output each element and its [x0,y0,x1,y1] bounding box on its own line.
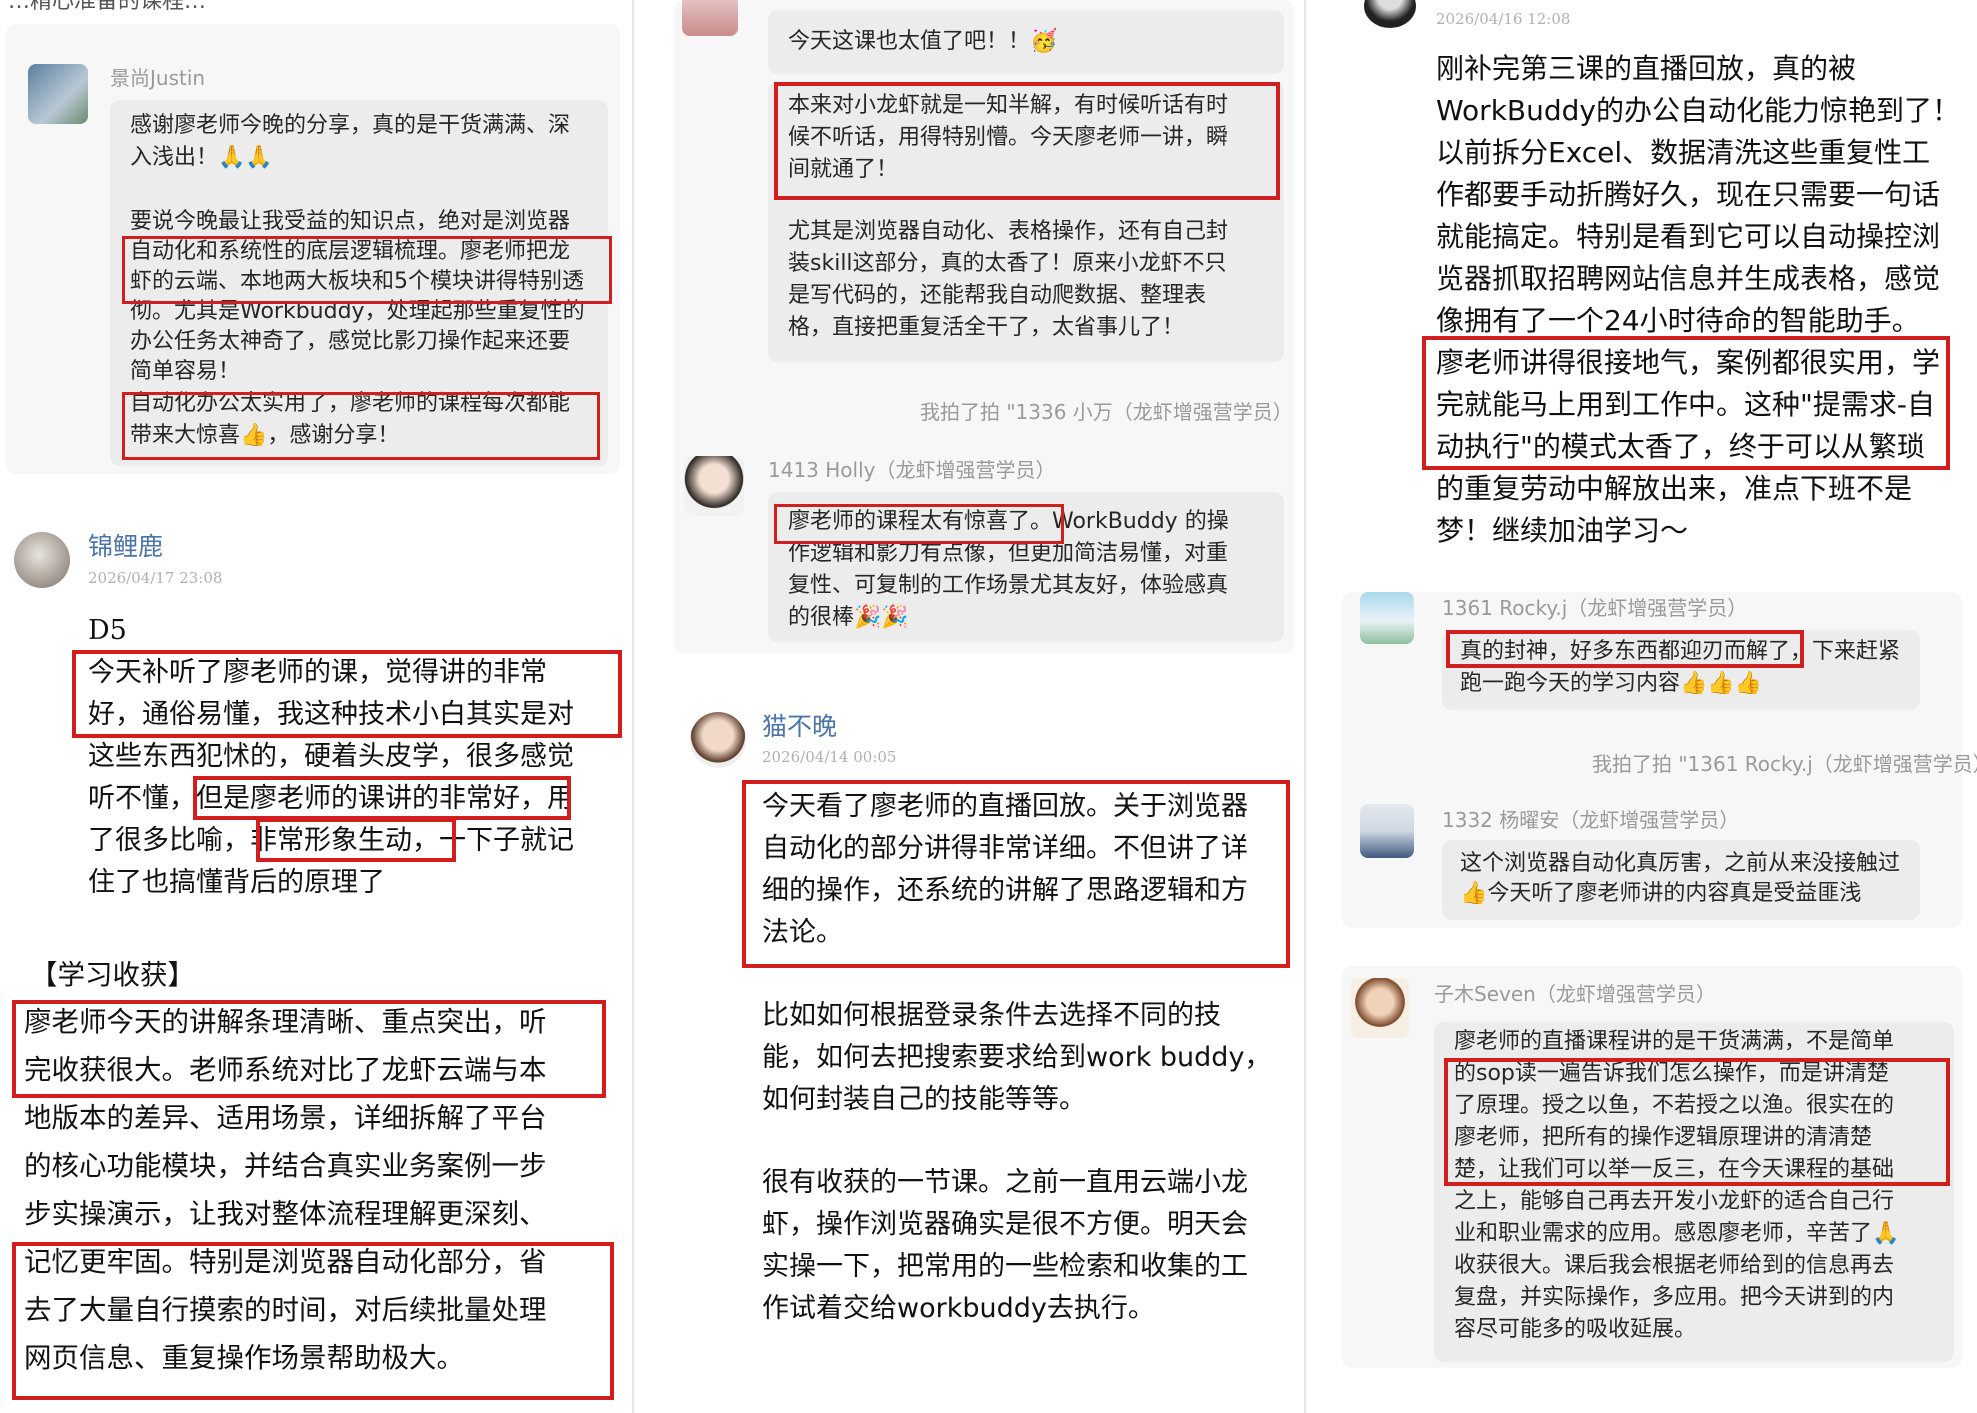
message-line: 复盘，并实际操作，多应用。把今天讲到的内 [1454,1285,1895,1310]
text-line: 览器抓取招聘网站信息并生成表格，感觉 [1436,262,1941,295]
text-line: 梦！继续加油学习～ [1436,514,1689,547]
pat-notice: 我拍了拍 "1361 Rocky.j（龙虾增强营学员） [1592,752,1977,776]
username[interactable]: 1413 Holly（龙虾增强营学员） [768,458,1055,482]
post-date: 2026/04/17 23:08 [88,569,223,587]
avatar[interactable] [1360,804,1414,858]
highlight-box [122,392,600,460]
highlight-box [742,780,1290,968]
avatar[interactable] [684,456,744,516]
message-line: 跑一跑今天的学习内容👍👍👍 [1460,671,1763,696]
message-line: 业和职业需求的应用。感恩廖老师，辛苦了🙏 [1454,1221,1900,1246]
message-line: 装skill这部分，真的太香了！原来小龙虾不只 [788,251,1227,276]
message-line: 办公任务太神奇了，感觉比影刀操作起来还要 [130,329,571,354]
highlight-box [12,1000,606,1098]
post-date: 2026/04/14 00:05 [762,748,897,766]
message-line: 简单容易！ [130,359,241,384]
text-line: 的重复劳动中解放出来，准点下班不是 [1436,472,1913,505]
text-line: 的核心功能模块，并结合真实业务案例一步 [24,1150,547,1182]
text-line: 作都要手动折腾好久，现在只需要一句话 [1436,178,1941,211]
message-line: 入浅出！🙏🙏 [130,145,273,170]
text-line: 地版本的差异、适用场景，详细拆解了平台 [24,1102,547,1134]
column-divider [632,0,634,1413]
username[interactable]: 猫不晚 [762,712,837,742]
message-line: 复性、可复制的工作场景尤其友好，体验感真 [788,573,1229,598]
highlight-box [774,82,1280,200]
username[interactable]: 景尚Justin [110,66,205,90]
message-line: 容尽可能多的吸收延展。 [1454,1317,1697,1342]
highlight-box [256,818,456,862]
avatar[interactable] [1360,592,1414,644]
message-line: 今天这课也太值了吧！！🥳 [788,29,1058,54]
partial-top-text: …精心准备的课程… [8,0,207,14]
post-date: 2026/04/16 12:08 [1436,10,1571,28]
text-line: D5 [88,615,127,646]
highlight-box [1446,630,1804,668]
message-line: 尤其是浏览器自动化、表格操作，还有自己封 [788,219,1229,244]
username[interactable]: 锦鲤鹿 [88,532,163,562]
text-line: 能，如何去把搜索要求给到work buddy， [762,1042,1272,1073]
comment-card: 景尚Justin 感谢廖老师今晚的分享，真的是干货满满、深 入浅出！🙏🙏 要说今… [6,24,620,474]
text-line: 比如如何根据登录条件去选择不同的技 [762,1000,1221,1031]
text-line: 住了也搞懂背后的原理了 [88,867,385,898]
highlight-box [774,504,1064,544]
avatar[interactable] [14,532,70,588]
message-line: 感谢廖老师今晚的分享，真的是干货满满、深 [130,113,571,138]
message-line: 要说今晚最让我受益的知识点，绝对是浏览器 [130,209,571,234]
message-line: 是写代码的，还能帮我自动爬数据、整理表 [788,283,1207,308]
text-line: WorkBuddy的办公自动化能力惊艳到了！ [1436,94,1960,127]
highlight-box [72,650,622,738]
message-line: 格，直接把重复活全干了，太省事儿了！ [788,315,1185,340]
column-divider [1304,0,1306,1413]
highlight-box [12,1242,614,1400]
comment-card: 子木Seven（龙虾增强营学员） 廖老师的直播课程讲的是干货满满，不是简单 的s… [1342,966,1962,1368]
message-line: 的很棒🎉🎉 [788,605,909,630]
avatar[interactable] [28,64,88,124]
highlight-box [1422,336,1950,470]
avatar[interactable] [1350,978,1410,1038]
message-line: 收获很大。课后我会根据老师给到的信息再去 [1454,1253,1895,1278]
message-line: 这个浏览器自动化真厉害，之前从来没接触过 [1460,851,1901,876]
text-line: 刚补完第三课的直播回放，真的被 [1436,52,1857,85]
avatar[interactable] [690,712,746,768]
message-line: 之上，能够自己再去开发小龙虾的适合自己行 [1454,1189,1895,1214]
comment-card: 今天这课也太值了吧！！🥳 本来对小龙虾就是一知半解，有时候听话有时 候不听话，用… [674,0,1294,654]
text-line: 这些东西犯怵的，硬着头皮学，很多感觉 [88,741,574,772]
text-line: 以前拆分Excel、数据清洗这些重复性工 [1436,136,1931,169]
message-bubble: 今天这课也太值了吧！！🥳 [768,10,1284,74]
username[interactable]: 1361 Rocky.j（龙虾增强营学员） [1442,596,1747,620]
text-line: 如何封装自己的技能等等。 [762,1084,1086,1115]
text-line: 就能搞定。特别是看到它可以自动操控浏 [1436,220,1941,253]
highlight-box [122,236,612,304]
text-line: 步实操演示，让我对整体流程理解更深刻、 [24,1198,547,1230]
text-line: 很有收获的一节课。之前一直用云端小龙 [762,1167,1248,1198]
comment-card: 1361 Rocky.j（龙虾增强营学员） 真的封神，好多东西都迎刃而解了，下来… [1342,592,1977,928]
username[interactable]: 子木Seven（龙虾增强营学员） [1434,982,1716,1006]
text-line: 实操一下，把常用的一些检索和收集的工 [762,1251,1248,1282]
message-line: 👍今天听了廖老师讲的内容真是受益匪浅 [1460,881,1862,906]
pat-notice: 我拍了拍 "1336 小万（龙虾增强营学员） [920,400,1293,424]
text-line: 作试着交给workbuddy去执行。 [762,1293,1155,1324]
highlight-box [1444,1058,1950,1186]
username[interactable]: 1332 杨曜安（龙虾增强营学员） [1442,808,1739,832]
message-line: 廖老师的直播课程讲的是干货满满，不是简单 [1454,1029,1895,1054]
avatar[interactable] [682,0,738,36]
avatar[interactable] [1364,0,1416,28]
section-heading: 【学习收获】 [30,959,195,991]
highlight-box [193,776,571,820]
text-line: 虾，操作浏览器确实是很不方便。明天会 [762,1209,1248,1240]
message-bubble: 这个浏览器自动化真厉害，之前从来没接触过 👍今天听了廖老师讲的内容真是受益匪浅 [1442,840,1920,920]
